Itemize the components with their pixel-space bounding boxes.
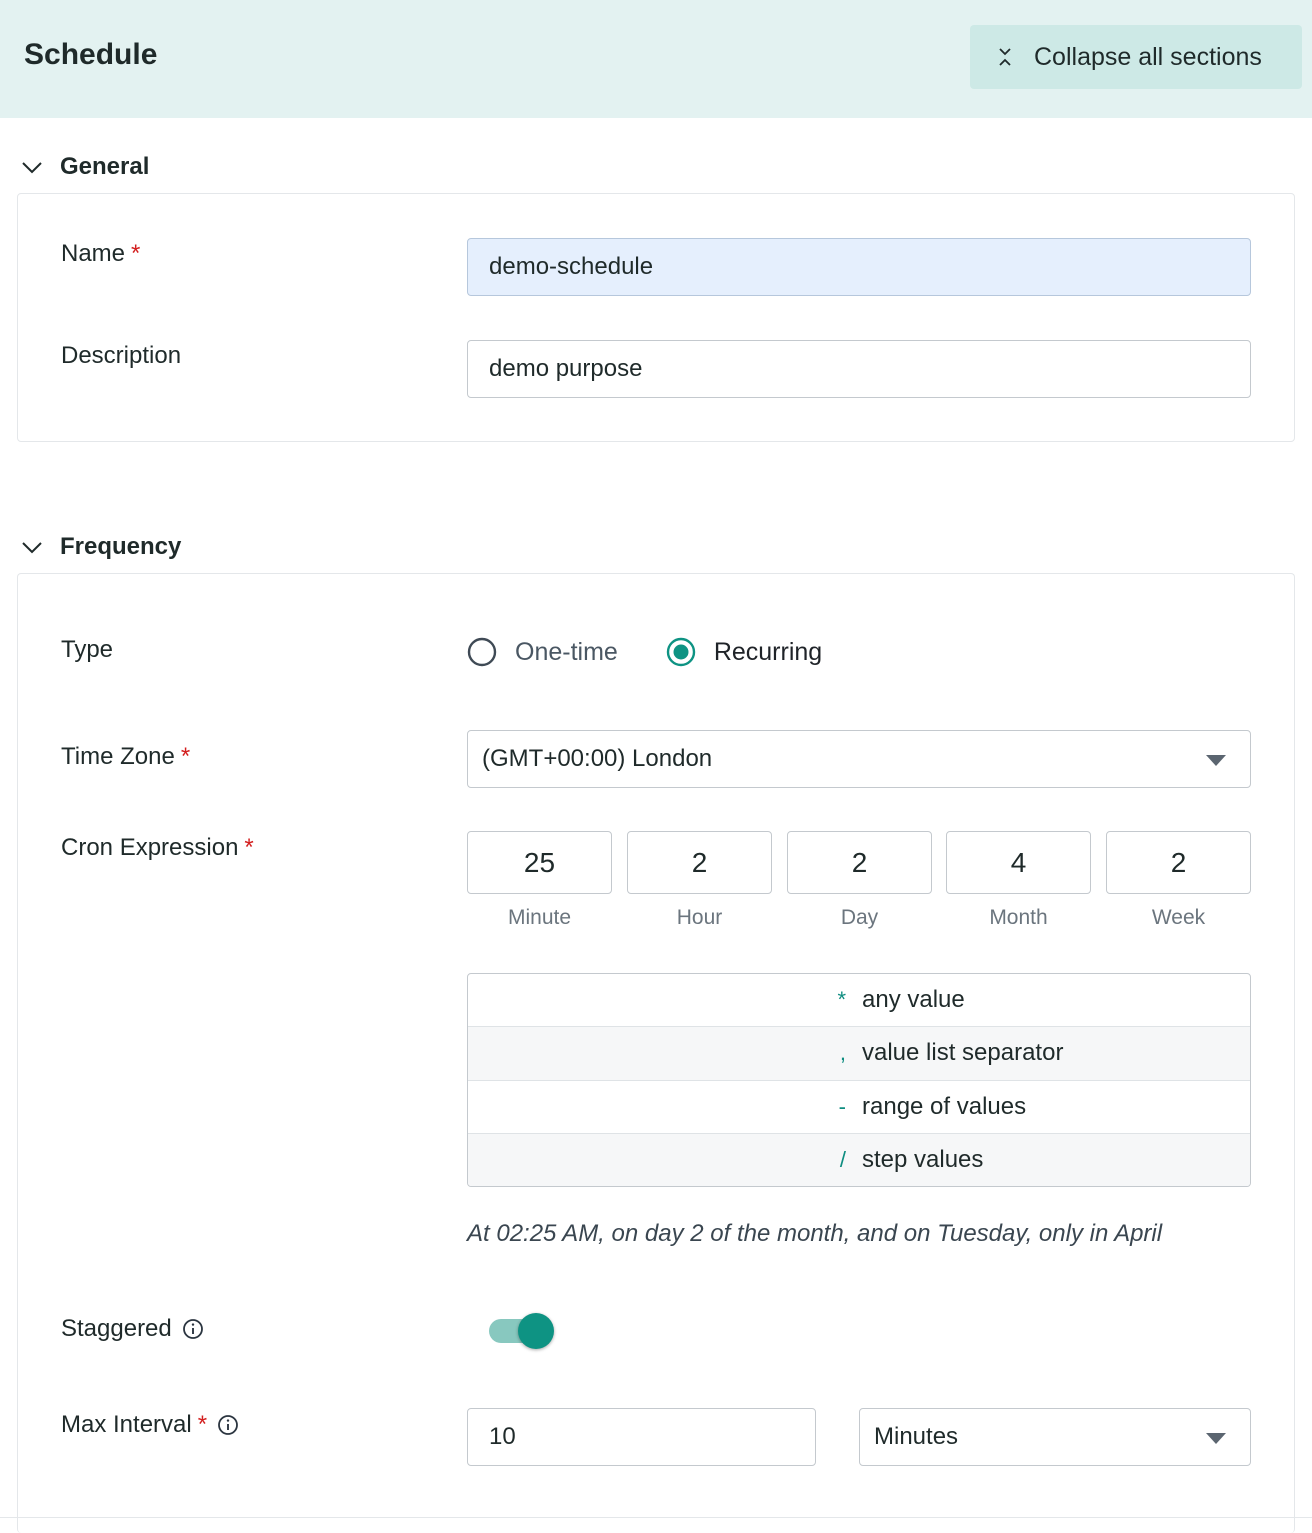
timezone-label: Time Zone * xyxy=(61,743,191,770)
cron-month-input[interactable] xyxy=(946,831,1091,894)
type-radio-group: One-time Recurring xyxy=(467,634,822,670)
chevron-down-icon xyxy=(22,162,42,174)
timezone-value: (GMT+00:00) London xyxy=(482,745,713,772)
cron-week-input[interactable] xyxy=(1106,831,1251,894)
legend-row: - range of values xyxy=(468,1081,1250,1134)
collapse-icon xyxy=(999,48,1011,66)
info-icon[interactable] xyxy=(217,1414,239,1436)
radio-recurring[interactable]: Recurring xyxy=(666,637,822,667)
cron-description: At 02:25 AM, on day 2 of the month, and … xyxy=(467,1220,1163,1247)
staggered-label: Staggered xyxy=(61,1315,204,1343)
cron-week-caption: Week xyxy=(1151,906,1206,929)
legend-row: / step values xyxy=(468,1133,1250,1186)
description-input[interactable] xyxy=(467,340,1251,398)
required-mark: * xyxy=(180,743,191,770)
required-mark: * xyxy=(197,1411,208,1438)
collapse-all-button[interactable]: Collapse all sections xyxy=(970,25,1302,89)
general-panel xyxy=(17,193,1295,442)
toggle-knob xyxy=(518,1313,554,1349)
divider xyxy=(0,1517,1312,1518)
max-interval-unit-select[interactable]: Minutes xyxy=(859,1408,1251,1466)
chevron-down-icon xyxy=(22,542,42,554)
radio-one-time[interactable]: One-time xyxy=(467,637,618,667)
cron-minute-input[interactable] xyxy=(467,831,612,894)
cron-day-input[interactable] xyxy=(787,831,932,894)
radio-unchecked-icon xyxy=(467,637,497,667)
cron-month-caption: Month xyxy=(989,906,1048,929)
staggered-toggle[interactable] xyxy=(486,1310,558,1352)
section-frequency-title: Frequency xyxy=(60,533,182,560)
legend-text: range of values xyxy=(862,1092,1027,1120)
name-label: Name * xyxy=(61,240,141,267)
legend-row: * any value xyxy=(468,974,1250,1028)
page-title: Schedule xyxy=(24,38,158,71)
description-label: Description xyxy=(61,342,182,369)
info-icon[interactable] xyxy=(182,1318,204,1340)
legend-symbol: / xyxy=(839,1147,846,1173)
section-general-toggle[interactable]: General xyxy=(20,150,149,184)
collapse-all-label: Collapse all sections xyxy=(1034,42,1262,71)
legend-text: step values xyxy=(862,1146,984,1174)
legend-symbol: - xyxy=(838,1093,846,1119)
legend-text: any value xyxy=(862,986,965,1014)
radio-recurring-label: Recurring xyxy=(713,637,823,666)
cron-hour-caption: Hour xyxy=(676,906,723,929)
cron-hour-input[interactable] xyxy=(627,831,772,894)
page-header: Schedule Collapse all sections xyxy=(0,0,1312,118)
cron-label: Cron Expression * xyxy=(61,834,254,861)
legend-text: value list separator xyxy=(862,1039,1064,1067)
cron-day-caption: Day xyxy=(840,906,879,929)
caret-down-icon xyxy=(1206,755,1226,766)
radio-one-time-label: One-time xyxy=(515,637,618,666)
legend-symbol: * xyxy=(837,987,846,1013)
radio-checked-icon xyxy=(666,637,696,667)
type-label: Type xyxy=(61,636,114,663)
legend-symbol: , xyxy=(839,1040,846,1066)
timezone-select[interactable]: (GMT+00:00) London xyxy=(467,730,1251,788)
max-interval-unit-value: Minutes xyxy=(874,1423,959,1450)
cron-minute-caption: Minute xyxy=(507,906,572,929)
required-mark: * xyxy=(131,240,141,267)
caret-down-icon xyxy=(1206,1433,1226,1444)
max-interval-label: Max Interval * xyxy=(61,1411,239,1439)
required-mark: * xyxy=(244,834,254,861)
section-frequency-toggle[interactable]: Frequency xyxy=(20,530,181,564)
legend-row: , value list separator xyxy=(468,1027,1250,1081)
name-input[interactable] xyxy=(467,238,1251,296)
cron-legend-table: * any value , value list separator - ran… xyxy=(467,973,1251,1187)
max-interval-input[interactable] xyxy=(467,1408,816,1466)
section-general-title: General xyxy=(60,153,150,180)
